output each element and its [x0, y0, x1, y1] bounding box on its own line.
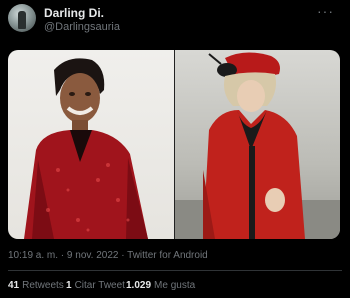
- likes-count: 1.029: [126, 280, 152, 291]
- tweet-header: Darling Di. @Darlingsauria ···: [0, 0, 350, 50]
- likes-stat[interactable]: 1.029 Me gusta: [126, 280, 195, 291]
- media-photo-right[interactable]: [175, 50, 340, 239]
- media-photo-left[interactable]: [8, 50, 174, 239]
- quote-tweets-label: Citar Tweet: [74, 280, 125, 291]
- likes-label: Me gusta: [154, 280, 196, 291]
- quote-tweets-count: 1: [66, 280, 72, 291]
- quote-tweets-stat[interactable]: 1 Citar Tweet: [66, 280, 125, 291]
- tweet-media[interactable]: [8, 50, 340, 239]
- avatar[interactable]: [8, 4, 36, 32]
- more-horizontal-icon[interactable]: ···: [317, 4, 334, 18]
- retweets-count: 41: [8, 280, 20, 291]
- author-handle[interactable]: @Darlingsauria: [44, 21, 120, 33]
- tweet-timestamp[interactable]: 10:19 a. m. · 9 nov. 2022 · Twitter for …: [8, 250, 208, 261]
- retweets-stat[interactable]: 41 Retweets: [8, 280, 64, 291]
- divider: [8, 270, 342, 271]
- author-name[interactable]: Darling Di.: [44, 6, 104, 20]
- retweets-label: Retweets: [22, 280, 64, 291]
